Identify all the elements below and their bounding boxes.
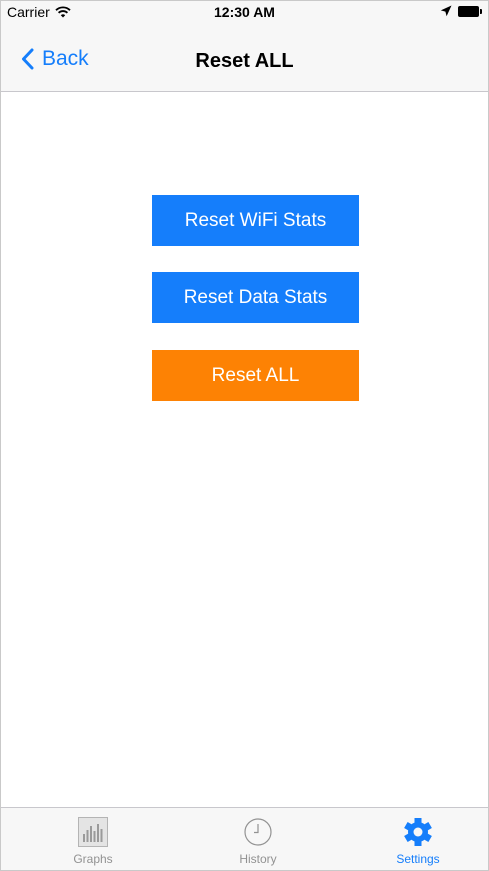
tab-bar: Graphs History Settings: [1, 807, 488, 870]
tab-graphs[interactable]: Graphs: [12, 808, 174, 870]
clock-icon: [244, 818, 272, 846]
battery-icon: [458, 5, 482, 17]
reset-data-stats-button[interactable]: Reset Data Stats: [152, 272, 359, 323]
reset-wifi-stats-button[interactable]: Reset WiFi Stats: [152, 195, 359, 246]
tab-settings-label: Settings: [396, 852, 440, 866]
tab-settings[interactable]: Settings: [337, 808, 488, 870]
tab-graphs-label: Graphs: [73, 852, 113, 866]
tab-history[interactable]: History: [177, 808, 339, 870]
reset-all-button[interactable]: Reset ALL: [152, 350, 359, 401]
tab-history-label: History: [239, 852, 277, 866]
app-screen: Carrier 12:30 AM Back Reset ALL Reset Wi…: [0, 0, 489, 871]
bar-graph-icon: [78, 817, 108, 847]
status-bar: Carrier 12:30 AM: [1, 1, 488, 23]
status-right: [440, 5, 482, 17]
top-area: Carrier 12:30 AM Back Reset ALL: [1, 1, 488, 92]
navigation-bar: Back Reset ALL: [1, 23, 488, 91]
status-time: 12:30 AM: [214, 4, 275, 20]
location-arrow-icon: [440, 5, 452, 17]
page-title: Reset ALL: [195, 50, 294, 72]
gear-icon: [404, 818, 432, 846]
